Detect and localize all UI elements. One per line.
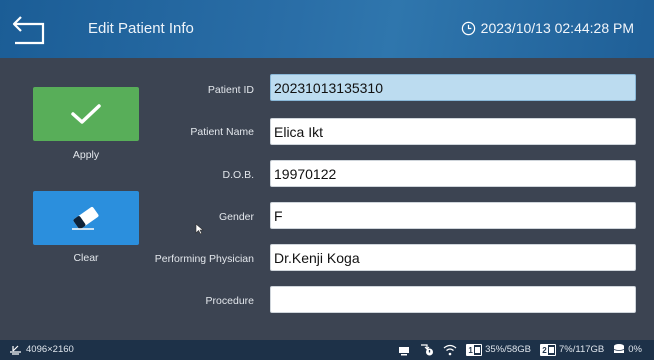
- disk-1-usage: 1 35%/58GB: [466, 343, 532, 356]
- apply-button-label: Apply: [72, 149, 100, 161]
- procedure-label: Procedure: [205, 295, 254, 307]
- dob-input[interactable]: [270, 160, 636, 187]
- clear-button[interactable]: [33, 191, 139, 245]
- clear-button-label: Clear: [73, 252, 99, 264]
- storage-icon: [614, 344, 625, 353]
- wifi-icon: [443, 344, 457, 355]
- disk-icon: 1: [466, 343, 483, 356]
- header-bar: Edit Patient Info 2023/10/13 02:44:28 PM: [0, 0, 654, 58]
- resolution-text: 4096×2160: [26, 344, 74, 355]
- patient-name-label: Patient Name: [190, 126, 254, 138]
- check-icon: [71, 104, 101, 124]
- patient-id-input[interactable]: [270, 74, 636, 101]
- storage-text: 0%: [628, 344, 642, 355]
- device-icon: [399, 346, 410, 355]
- performing-physician-input[interactable]: [270, 244, 636, 271]
- storage-usage: 0%: [613, 343, 642, 356]
- procedure-input[interactable]: [270, 286, 636, 313]
- disk-icon: 2: [540, 343, 557, 356]
- status-bar: 4096×2160 1 35%/58GB 2 7%/117GB 0%: [0, 340, 654, 360]
- status-indicators: 1 35%/58GB 2 7%/117GB 0%: [398, 343, 642, 356]
- disk-1-text: 35%/58GB: [485, 344, 532, 355]
- disk-2-usage: 2 7%/117GB: [540, 343, 605, 356]
- sync-icon: [421, 344, 434, 356]
- datetime-text: 2023/10/13 02:44:28 PM: [480, 20, 634, 36]
- performing-physician-label: Performing Physician: [154, 253, 254, 265]
- patient-name-input[interactable]: [270, 118, 636, 145]
- display-icon: [10, 345, 21, 355]
- gender-input[interactable]: [270, 202, 636, 229]
- apply-button[interactable]: [33, 87, 139, 141]
- mouse-cursor-icon: [195, 223, 204, 235]
- disk-2-text: 7%/117GB: [559, 344, 605, 355]
- dob-label: D.O.B.: [222, 169, 254, 181]
- clock-icon: [461, 21, 475, 35]
- gender-label: Gender: [218, 211, 254, 223]
- datetime-display: 2023/10/13 02:44:28 PM: [461, 20, 634, 36]
- page-title: Edit Patient Info: [88, 20, 194, 37]
- patient-id-label: Patient ID: [207, 84, 254, 96]
- back-icon[interactable]: [12, 14, 54, 46]
- eraser-icon: [72, 206, 99, 230]
- resolution-indicator: 4096×2160: [9, 344, 74, 355]
